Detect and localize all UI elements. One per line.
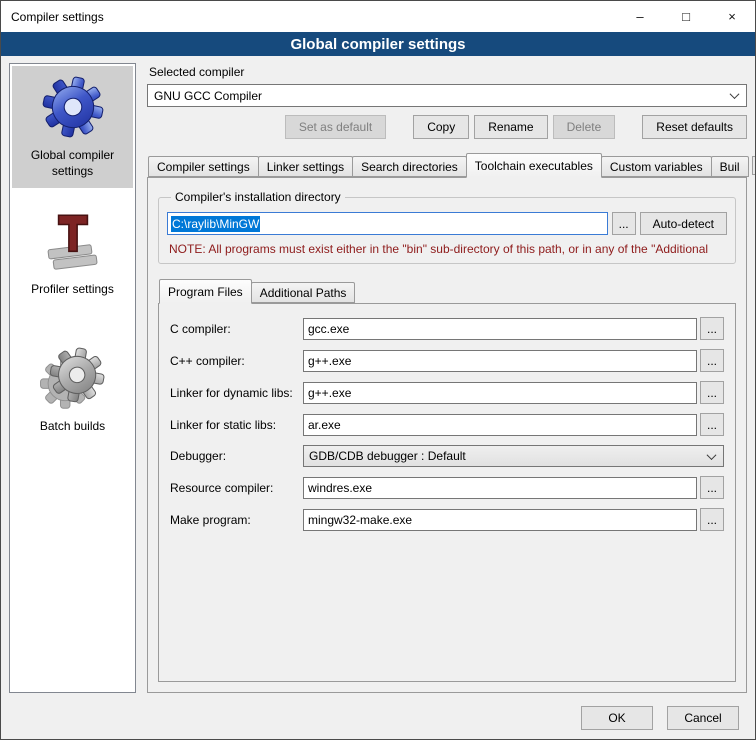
set-as-default-button: Set as default bbox=[285, 115, 386, 139]
sidebar-item-profiler-settings[interactable]: Profiler settings bbox=[12, 200, 133, 307]
sidebar-item-label: Global compiler settings bbox=[15, 148, 130, 179]
resource-compiler-input[interactable] bbox=[303, 477, 697, 499]
tab-search-directories[interactable]: Search directories bbox=[352, 156, 467, 177]
debugger-label: Debugger: bbox=[170, 449, 303, 463]
tab-compiler-settings[interactable]: Compiler settings bbox=[148, 156, 259, 177]
static-linker-label: Linker for static libs: bbox=[170, 418, 303, 432]
tab-custom-variables[interactable]: Custom variables bbox=[601, 156, 712, 177]
subtab-program-files[interactable]: Program Files bbox=[159, 279, 252, 304]
chevron-down-icon bbox=[722, 85, 746, 106]
sidebar-item-batch-builds[interactable]: Batch builds bbox=[12, 337, 133, 444]
dialog-footer: OK Cancel bbox=[1, 697, 755, 739]
c-compiler-label: C compiler: bbox=[170, 322, 303, 336]
titlebar: Compiler settings – □ × bbox=[1, 1, 755, 32]
installation-directory-legend: Compiler's installation directory bbox=[171, 190, 345, 204]
copy-button[interactable]: Copy bbox=[413, 115, 469, 139]
form-row-c-compiler: C compiler: ... bbox=[170, 317, 724, 340]
maximize-button[interactable]: □ bbox=[663, 1, 709, 32]
toolchain-executables-panel: Compiler's installation directory C:\ray… bbox=[147, 177, 747, 693]
rename-button[interactable]: Rename bbox=[474, 115, 547, 139]
window-title: Compiler settings bbox=[11, 10, 104, 24]
selected-compiler-label: Selected compiler bbox=[149, 65, 747, 79]
static-linker-input[interactable] bbox=[303, 414, 697, 436]
dynamic-linker-browse-button[interactable]: ... bbox=[700, 381, 724, 404]
tab-build-options[interactable]: Buil bbox=[711, 156, 749, 177]
settings-tabbar: Compiler settings Linker settings Search… bbox=[147, 153, 747, 177]
c-compiler-input[interactable] bbox=[303, 318, 697, 340]
debugger-select[interactable]: GDB/CDB debugger : Default bbox=[303, 445, 724, 467]
sidebar-item-label: Profiler settings bbox=[31, 282, 114, 298]
autodetect-button[interactable]: Auto-detect bbox=[640, 212, 727, 235]
form-row-static-linker: Linker for static libs: ... bbox=[170, 413, 724, 436]
install-dir-input[interactable]: C:\raylib\MinGW bbox=[167, 212, 608, 235]
cpp-compiler-browse-button[interactable]: ... bbox=[700, 349, 724, 372]
form-row-debugger: Debugger: GDB/CDB debugger : Default bbox=[170, 445, 724, 467]
resource-compiler-browse-button[interactable]: ... bbox=[700, 476, 724, 499]
make-program-input[interactable] bbox=[303, 509, 697, 531]
install-dir-browse-button[interactable]: ... bbox=[612, 212, 636, 235]
cpp-compiler-label: C++ compiler: bbox=[170, 354, 303, 368]
reset-defaults-button[interactable]: Reset defaults bbox=[642, 115, 747, 139]
form-row-cpp-compiler: C++ compiler: ... bbox=[170, 349, 724, 372]
page-title: Global compiler settings bbox=[1, 32, 755, 56]
profiler-icon bbox=[40, 208, 106, 274]
program-files-subtabbar: Program Files Additional Paths bbox=[158, 279, 736, 303]
compiler-settings-window: Compiler settings – □ × Global compiler … bbox=[0, 0, 756, 740]
form-row-dynamic-linker: Linker for dynamic libs: ... bbox=[170, 381, 724, 404]
dynamic-linker-label: Linker for dynamic libs: bbox=[170, 386, 303, 400]
tab-scroll-left-button[interactable]: ◄ bbox=[752, 156, 756, 175]
resource-compiler-label: Resource compiler: bbox=[170, 481, 303, 495]
compiler-gear-icon bbox=[40, 74, 106, 140]
cpp-compiler-input[interactable] bbox=[303, 350, 697, 372]
selected-compiler-value: GNU GCC Compiler bbox=[154, 89, 722, 103]
sidebar: Global compiler settings Profiler settin bbox=[9, 63, 136, 693]
delete-button: Delete bbox=[553, 115, 616, 139]
debugger-value: GDB/CDB debugger : Default bbox=[309, 449, 699, 463]
cancel-button[interactable]: Cancel bbox=[667, 706, 739, 730]
program-files-panel: C compiler: ... C++ compiler: ... Linker… bbox=[158, 303, 736, 682]
close-button[interactable]: × bbox=[709, 1, 755, 32]
make-program-label: Make program: bbox=[170, 513, 303, 527]
minimize-button[interactable]: – bbox=[617, 1, 663, 32]
sidebar-item-label: Batch builds bbox=[40, 419, 105, 435]
ok-button[interactable]: OK bbox=[581, 706, 653, 730]
selected-compiler-combobox[interactable]: GNU GCC Compiler bbox=[147, 84, 747, 107]
static-linker-browse-button[interactable]: ... bbox=[700, 413, 724, 436]
tab-scroll-arrows: ◄ ► bbox=[748, 156, 756, 175]
main-content: Selected compiler GNU GCC Compiler Set a… bbox=[147, 63, 747, 693]
installation-directory-row: C:\raylib\MinGW ... Auto-detect bbox=[167, 212, 727, 235]
selected-text: C:\raylib\MinGW bbox=[171, 216, 260, 232]
c-compiler-browse-button[interactable]: ... bbox=[700, 317, 724, 340]
make-program-browse-button[interactable]: ... bbox=[700, 508, 724, 531]
compiler-button-row: Set as default Copy Rename Delete Reset … bbox=[147, 115, 747, 139]
batch-builds-icon bbox=[40, 345, 106, 411]
dynamic-linker-input[interactable] bbox=[303, 382, 697, 404]
form-row-make-program: Make program: ... bbox=[170, 508, 724, 531]
window-controls: – □ × bbox=[617, 1, 755, 32]
tab-linker-settings[interactable]: Linker settings bbox=[258, 156, 353, 177]
bin-subdirectory-note: NOTE: All programs must exist either in … bbox=[169, 242, 727, 256]
form-row-resource-compiler: Resource compiler: ... bbox=[170, 476, 724, 499]
tab-toolchain-executables[interactable]: Toolchain executables bbox=[466, 153, 602, 178]
chevron-down-icon bbox=[699, 446, 723, 466]
dialog-body: Global compiler settings Profiler settin bbox=[1, 56, 755, 697]
sidebar-item-global-compiler-settings[interactable]: Global compiler settings bbox=[12, 66, 133, 188]
installation-directory-group: Compiler's installation directory C:\ray… bbox=[158, 190, 736, 264]
subtab-additional-paths[interactable]: Additional Paths bbox=[251, 282, 356, 303]
